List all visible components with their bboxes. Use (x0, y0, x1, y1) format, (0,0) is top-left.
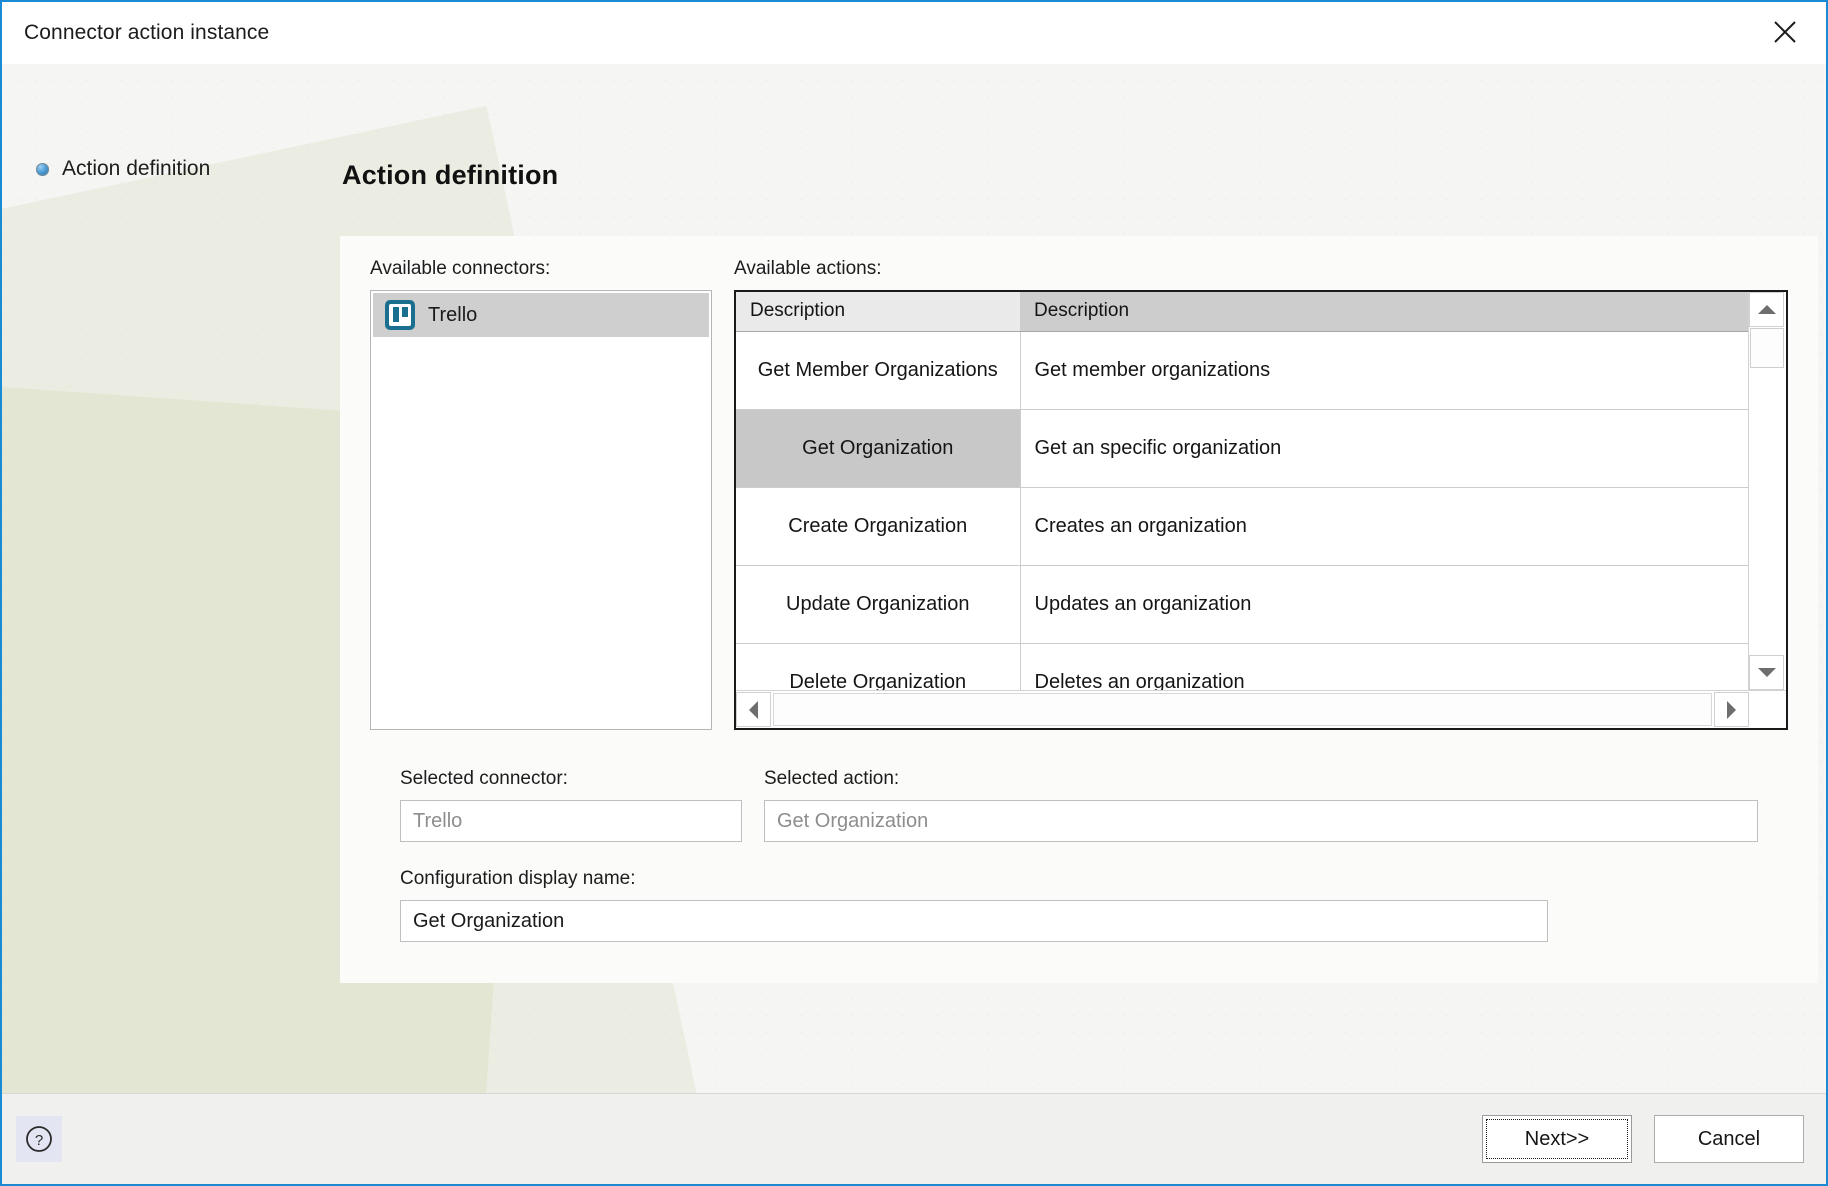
configuration-display-name-input[interactable] (400, 900, 1548, 942)
column-header-name[interactable]: Description (736, 292, 1020, 332)
title-bar: Connector action instance (2, 2, 1826, 64)
list-item[interactable]: Trello (373, 293, 709, 337)
footer-button-group: Next>> Cancel (1482, 1115, 1804, 1163)
main-content: Action definition Available connectors: (332, 64, 1826, 1093)
selected-connector-label: Selected connector: (400, 768, 568, 789)
selected-connector-input[interactable] (400, 800, 742, 842)
horizontal-scrollbar-thumb[interactable] (773, 693, 1712, 726)
action-description-cell[interactable]: Get an specific organization (1020, 409, 1748, 488)
close-icon[interactable] (1754, 2, 1816, 62)
vertical-scrollbar-thumb[interactable] (1750, 328, 1784, 368)
selected-action-label: Selected action: (764, 768, 900, 789)
available-connectors-section: Available connectors: Trello (370, 258, 712, 730)
scroll-down-icon[interactable] (1749, 655, 1784, 690)
next-button[interactable]: Next>> (1482, 1115, 1632, 1163)
available-actions-section: Available actions: Description Descripti… (734, 258, 1788, 730)
action-name-cell[interactable]: Update Organization (736, 565, 1021, 644)
available-connectors-list[interactable]: Trello (370, 290, 712, 730)
action-name-cell[interactable]: Get Organization (736, 409, 1021, 488)
available-connectors-label: Available connectors: (370, 258, 551, 279)
action-name-cell[interactable]: Get Member Organizations (736, 331, 1021, 410)
configuration-display-name-group: Configuration display name: (400, 868, 1758, 942)
scroll-left-icon[interactable] (736, 692, 771, 727)
window-title: Connector action instance (24, 21, 270, 44)
table-row[interactable]: Create Organization Creates an organizat… (736, 487, 1748, 566)
available-actions-grid[interactable]: Description Description Get Member Organ… (734, 290, 1788, 730)
action-description-cell[interactable]: Creates an organization (1020, 487, 1748, 566)
dialog-footer: ? Next>> Cancel (2, 1093, 1826, 1184)
actions-table: Description Description Get Member Organ… (736, 292, 1748, 722)
table-row[interactable]: Update Organization Updates an organizat… (736, 565, 1748, 644)
dialog-body: Action definition Action definition Avai… (2, 64, 1826, 1093)
action-name-cell[interactable]: Create Organization (736, 487, 1021, 566)
cancel-button-label: Cancel (1697, 1127, 1761, 1150)
scroll-right-icon[interactable] (1714, 692, 1749, 727)
action-description-cell[interactable]: Get member organizations (1020, 331, 1748, 410)
connector-action-instance-dialog: Connector action instance Action definit… (0, 0, 1828, 1186)
column-header-description[interactable]: Description (1020, 292, 1748, 332)
svg-text:?: ? (35, 1132, 43, 1149)
step-bullet-icon (36, 162, 49, 176)
content-panel: Available connectors: Trello Available a… (340, 236, 1818, 983)
table-row[interactable]: Get Member Organizations Get member orga… (736, 331, 1748, 410)
table-header-row: Description Description (736, 292, 1748, 332)
selected-action-input[interactable] (764, 800, 1758, 842)
sidebar-item-action-definition[interactable]: Action definition (2, 154, 332, 184)
sidebar-item-label: Action definition (62, 157, 211, 180)
action-description-cell[interactable]: Updates an organization (1020, 565, 1748, 644)
page-title: Action definition (342, 160, 559, 190)
selected-action-group: Selected action: (764, 768, 1758, 842)
horizontal-scrollbar[interactable] (736, 690, 1786, 728)
wizard-step-sidebar: Action definition (2, 64, 332, 1093)
table-row[interactable]: Get Organization Get an specific organiz… (736, 409, 1748, 488)
lower-fields: Selected connector: Selected action: Con… (400, 768, 1758, 942)
configuration-display-name-label: Configuration display name: (400, 868, 636, 889)
selected-connector-group: Selected connector: (400, 768, 742, 842)
cancel-button[interactable]: Cancel (1654, 1115, 1804, 1163)
scroll-up-icon[interactable] (1749, 292, 1784, 327)
vertical-scrollbar[interactable] (1748, 292, 1786, 690)
next-button-label: Next>> (1524, 1127, 1590, 1150)
available-actions-label: Available actions: (734, 258, 882, 279)
connector-name: Trello (428, 303, 478, 326)
trello-icon (385, 300, 415, 330)
help-circle-icon[interactable]: ? (16, 1116, 62, 1162)
